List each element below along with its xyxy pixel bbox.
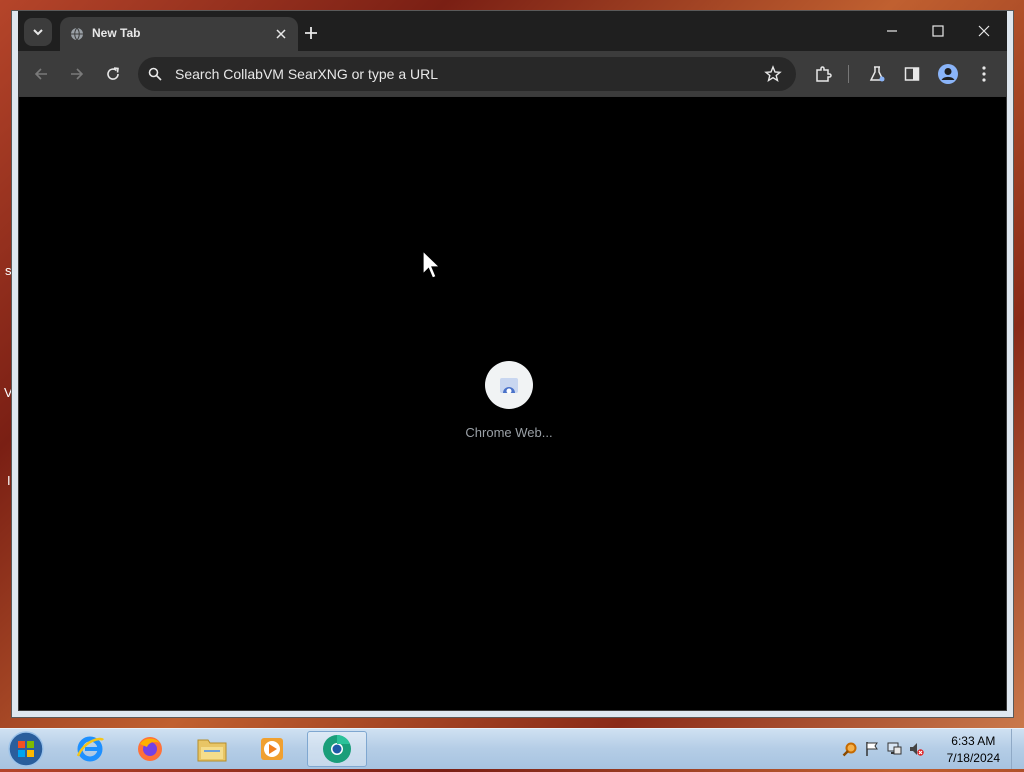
taskbar-clock[interactable]: 6:33 AM 7/18/2024 <box>947 733 1000 767</box>
clock-date: 7/18/2024 <box>946 751 1000 765</box>
close-window-button[interactable] <box>964 19 1004 43</box>
forward-button[interactable] <box>64 61 90 87</box>
internet-explorer-icon <box>76 736 105 762</box>
reload-icon <box>107 67 119 80</box>
taskbar-app-ie[interactable] <box>64 731 116 767</box>
system-tray <box>842 741 924 757</box>
volume-muted-icon[interactable] <box>908 741 924 757</box>
browser-toolbar: Search CollabVM SearXNG or type a URL <box>12 51 1013 96</box>
show-desktop-button[interactable] <box>1011 729 1024 769</box>
star-icon <box>764 65 782 83</box>
chrome-web-store-icon <box>500 378 518 394</box>
taskbar-app-chrome[interactable] <box>307 731 367 767</box>
side-panel-icon <box>904 67 920 81</box>
toolbar-divider <box>848 65 849 83</box>
menu-button[interactable] <box>971 61 997 87</box>
tab-search-button[interactable] <box>24 18 52 46</box>
kebab-menu-icon <box>982 66 986 82</box>
omnibox[interactable]: Search CollabVM SearXNG or type a URL <box>138 57 796 91</box>
shortcut-label: Chrome Web... <box>465 425 553 440</box>
tab-strip: New Tab <box>12 11 1013 51</box>
start-button[interactable] <box>8 731 44 767</box>
puzzle-icon <box>816 66 832 82</box>
profile-button[interactable] <box>935 61 961 87</box>
omnibox-placeholder: Search CollabVM SearXNG or type a URL <box>175 66 438 82</box>
bookmark-button[interactable] <box>764 65 782 88</box>
close-icon <box>978 25 990 37</box>
chevron-down-icon <box>33 29 43 36</box>
media-player-icon <box>261 738 283 760</box>
search-icon[interactable] <box>842 741 858 757</box>
side-panel-button[interactable] <box>899 61 925 87</box>
network-icon[interactable] <box>886 741 902 757</box>
tab-title: New Tab <box>92 26 141 40</box>
firefox-icon <box>138 737 162 761</box>
minimize-icon <box>887 30 897 32</box>
minimize-button[interactable] <box>872 19 912 43</box>
browser-window: New Tab Search CollabVM SearXNG or type … <box>11 10 1014 718</box>
action-center-flag-icon[interactable] <box>864 741 880 757</box>
clock-time: 6:33 AM <box>951 734 996 748</box>
arrow-left-icon <box>34 68 47 80</box>
avatar-icon <box>938 64 958 84</box>
folder-icon <box>197 739 227 762</box>
windows-logo-icon <box>8 731 44 767</box>
taskbar-app-explorer[interactable] <box>186 731 238 767</box>
shortcut-icon-circle <box>485 361 533 409</box>
tab-new-tab[interactable]: New Tab <box>60 17 298 51</box>
plus-icon <box>305 27 317 39</box>
close-icon <box>276 29 286 39</box>
taskbar-app-firefox[interactable] <box>124 731 176 767</box>
close-tab-button[interactable] <box>272 25 290 43</box>
chrome-icon <box>323 735 351 763</box>
search-icon <box>148 67 162 81</box>
taskbar-app-media-player[interactable] <box>246 731 298 767</box>
back-button[interactable] <box>28 61 54 87</box>
arrow-right-icon <box>71 68 84 80</box>
taskbar: 6:33 AM 7/18/2024 <box>0 728 1024 769</box>
globe-icon <box>71 27 83 41</box>
extensions-button[interactable] <box>810 61 836 87</box>
maximize-icon <box>932 25 944 37</box>
flask-icon <box>869 66 885 82</box>
mouse-cursor-icon <box>422 250 441 279</box>
labs-button[interactable] <box>864 61 890 87</box>
reload-button[interactable] <box>100 61 126 87</box>
shortcut-tile[interactable]: Chrome Web... <box>459 361 559 440</box>
new-tab-button[interactable] <box>300 22 322 44</box>
maximize-button[interactable] <box>918 19 958 43</box>
